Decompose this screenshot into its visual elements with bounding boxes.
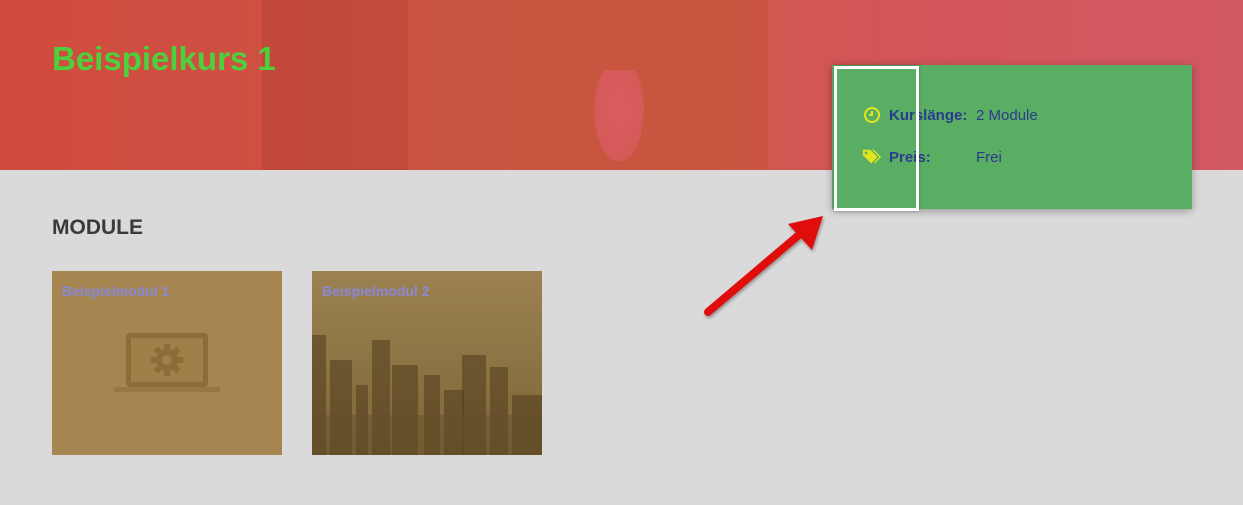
modules-section-title: MODULE bbox=[52, 216, 143, 239]
banner-panel bbox=[408, 0, 768, 170]
module-title[interactable]: Beispielmodul 2 bbox=[322, 283, 429, 299]
banner-decoration bbox=[590, 70, 648, 170]
course-length-value: 2 Module bbox=[976, 106, 1038, 124]
module-card[interactable]: Beispielmodul 1 bbox=[52, 271, 282, 455]
course-price-value: Frei bbox=[976, 148, 1002, 166]
banner-panel bbox=[0, 0, 262, 170]
module-title[interactable]: Beispielmodul 1 bbox=[62, 283, 169, 299]
highlight-box bbox=[834, 66, 919, 211]
course-title: Beispielkurs 1 bbox=[52, 40, 276, 77]
banner-panel bbox=[262, 0, 408, 170]
module-card[interactable]: Beispielmodul 2 bbox=[312, 271, 542, 455]
pointer-arrow bbox=[704, 216, 823, 316]
